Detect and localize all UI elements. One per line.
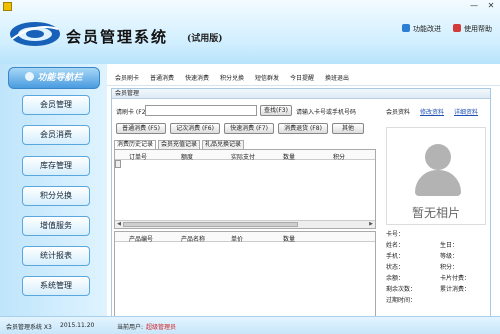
grid-header: 订单号 额度 实际支付 数量 积分 xyxy=(115,150,375,161)
menu-quick-consume[interactable]: 快速消费 xyxy=(185,73,209,82)
member-info-panel: 会员资料 修改资料 详细资料 暂无相片 卡号： 姓名： 手机： 状态： 余额： … xyxy=(382,99,490,317)
menu-today-reminder[interactable]: 今日提醒 xyxy=(290,73,314,82)
edition-label: (试用版) xyxy=(187,34,223,44)
menu-card-swipe[interactable]: 会员刷卡 xyxy=(115,73,139,82)
nav-icon xyxy=(25,72,35,81)
sidebar-item-system[interactable]: 系统管理 xyxy=(22,276,90,296)
scroll-thumb[interactable] xyxy=(123,222,298,227)
sidebar-item-member-management[interactable]: 会员管理 xyxy=(22,95,90,115)
sidebar-header: 功能导航栏 xyxy=(8,67,100,89)
field-card-fee: 卡片付费： xyxy=(440,275,471,282)
product-grid[interactable]: 产品编号 产品名称 单价 数量 xyxy=(114,231,376,317)
col-product-name: 产品名称 xyxy=(181,236,206,243)
row-selector[interactable] xyxy=(115,160,121,168)
col-quantity: 数量 xyxy=(283,154,296,161)
no-photo-caption: 暂无相片 xyxy=(411,206,460,220)
app-title: 会员管理系统 xyxy=(66,28,169,46)
avatar-head-icon xyxy=(425,144,451,170)
field-total-consume: 累计消费： xyxy=(440,286,471,293)
menu-shift-exit[interactable]: 换班退出 xyxy=(325,73,349,82)
card-hint: 请输入卡号或手机号码 xyxy=(296,109,357,116)
help-label: 使用帮助 xyxy=(464,25,492,33)
help-link[interactable]: 使用帮助 xyxy=(453,24,492,34)
sidebar-item-reports[interactable]: 统计报表 xyxy=(22,246,90,266)
close-button[interactable]: ✕ xyxy=(484,1,498,11)
scroll-right-icon[interactable]: ▶ xyxy=(367,221,375,228)
tab-gift-history[interactable]: 礼品兑换记录 xyxy=(202,140,245,149)
menu-sms[interactable]: 短信群发 xyxy=(255,73,279,82)
sidebar-item-member-consumption[interactable]: 会员消费 xyxy=(22,125,90,145)
col-order-no: 订单号 xyxy=(129,154,148,161)
col-product-code: 产品编号 xyxy=(129,236,154,243)
scroll-left-icon[interactable]: ◀ xyxy=(115,221,123,228)
field-name: 姓名： xyxy=(386,242,405,249)
status-date: 2015.11.20 xyxy=(60,322,95,329)
sidebar-item-inventory[interactable]: 库存管理 xyxy=(22,156,90,176)
minimize-button[interactable]: — xyxy=(467,1,481,11)
sidebar-item-points-exchange[interactable]: 积分兑换 xyxy=(22,186,90,206)
field-expire-time: 过期时间： xyxy=(386,297,417,304)
other-button[interactable]: 其他 xyxy=(332,123,364,134)
field-level: 等级： xyxy=(440,253,459,260)
col-points: 积分 xyxy=(333,154,346,161)
edit-profile-link[interactable]: 修改资料 xyxy=(420,107,444,116)
tab-recharge-history[interactable]: 会员充值记录 xyxy=(158,140,201,149)
member-photo: 暂无相片 xyxy=(386,127,486,225)
member-panel: 会员管理 请刷卡 (F2)： 查找(F3) 请输入卡号或手机号码 普通消费 (F… xyxy=(111,88,491,318)
sidebar-item-value-added[interactable]: 增值服务 xyxy=(22,216,90,236)
app-icon xyxy=(3,2,12,11)
tab-consume-history[interactable]: 消费历史记录 xyxy=(114,140,157,149)
return-button[interactable]: 消费退货 (F8) xyxy=(278,123,328,134)
avatar-body-icon xyxy=(415,170,461,196)
field-status: 状态： xyxy=(386,264,405,271)
main-area: 会员刷卡 普通消费 快速消费 积分兑换 短信群发 今日提醒 换班退出 会员管理 … xyxy=(107,64,500,318)
count-consume-button[interactable]: 记次消费 (F6) xyxy=(170,123,220,134)
title-bar: — ✕ 会员管理系统 (试用版) 功能改进 使用帮助 xyxy=(0,0,500,64)
horizontal-scrollbar[interactable]: ◀ ▶ xyxy=(115,220,375,228)
sidebar: 功能导航栏 会员管理 会员消费 库存管理 积分兑换 增值服务 统计报表 系统管理 xyxy=(0,64,107,316)
app-version: 会员管理系统 X3 xyxy=(6,324,52,331)
help-icon xyxy=(453,24,461,32)
consume-history-grid[interactable]: 订单号 额度 实际支付 数量 积分 ◀ ▶ xyxy=(114,149,376,229)
field-card-no: 卡号： xyxy=(386,231,405,238)
detail-profile-link[interactable]: 详细资料 xyxy=(454,107,478,116)
menu-normal-consume[interactable]: 普通消费 xyxy=(150,73,174,82)
gear-icon xyxy=(402,24,410,32)
menu-points-exchange[interactable]: 积分兑换 xyxy=(220,73,244,82)
sidebar-header-label: 功能导航栏 xyxy=(37,73,83,83)
grid-header: 产品编号 产品名称 单价 数量 xyxy=(115,232,375,243)
search-button[interactable]: 查找(F3) xyxy=(260,105,292,116)
field-remaining-count: 剩余次数： xyxy=(386,286,417,293)
quick-consume-button[interactable]: 快速消费 (F7) xyxy=(224,123,274,134)
col-unit-price: 单价 xyxy=(231,236,244,243)
col-actual-paid: 实际支付 xyxy=(231,154,256,161)
col-amount: 额度 xyxy=(181,154,194,161)
field-phone: 手机： xyxy=(386,253,405,260)
member-info-title: 会员资料 xyxy=(386,109,411,116)
card-input[interactable] xyxy=(145,105,257,116)
feature-improve-label: 功能改进 xyxy=(413,25,441,33)
status-bar: 会员管理系统 X3 2015.11.20 当前用户: 超级管理员 xyxy=(0,316,500,334)
panel-title: 会员管理 xyxy=(112,89,490,99)
col-quantity: 数量 xyxy=(283,236,296,243)
current-user-label: 当前用户: xyxy=(117,324,144,331)
current-user-name: 超级管理员 xyxy=(146,324,177,331)
feature-improve-link[interactable]: 功能改进 xyxy=(402,24,441,34)
field-balance: 余额： xyxy=(386,275,405,282)
logo-icon xyxy=(10,22,60,46)
field-points: 积分： xyxy=(440,264,459,271)
top-menu: 会员刷卡 普通消费 快速消费 积分兑换 短信群发 今日提醒 换班退出 xyxy=(107,64,500,86)
field-birthday: 生日： xyxy=(440,242,459,249)
normal-consume-button[interactable]: 普通消费 (F5) xyxy=(116,123,166,134)
